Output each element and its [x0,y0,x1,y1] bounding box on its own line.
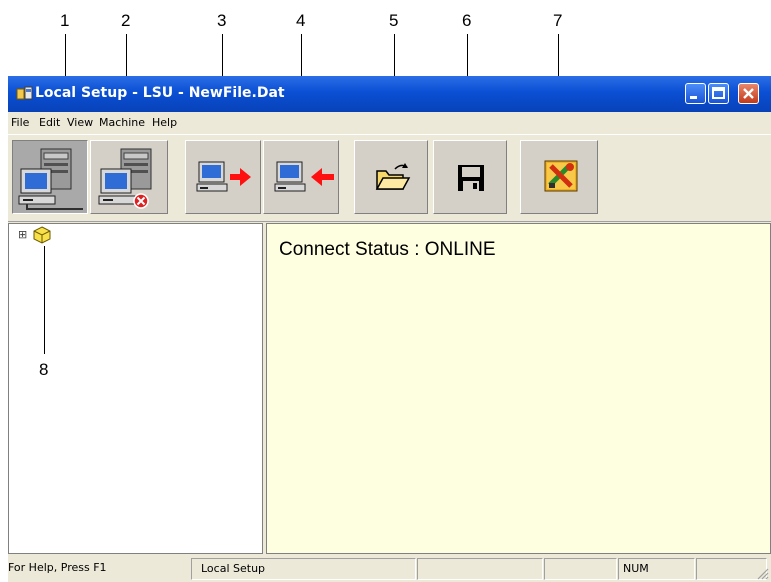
open-button[interactable] [354,140,428,214]
menu-machine[interactable]: Machine [99,116,145,129]
menu-edit[interactable]: Edit [39,116,60,129]
close-button[interactable] [738,83,759,104]
minimize-icon [690,96,697,99]
status-help-text: For Help, Press F1 [8,561,107,574]
maximize-icon [712,87,725,99]
app-window: Local Setup - LSU - NewFile.Dat File Edi… [8,76,771,582]
yellow-cube-icon[interactable] [33,226,51,244]
status-pane-app: Local Setup [191,558,416,580]
disconnect-button[interactable] [90,140,168,214]
resize-grip-icon[interactable] [755,566,769,580]
menu-file[interactable]: File [11,116,29,129]
receive-from-machine-icon [274,161,334,192]
menu-view[interactable]: View [67,116,93,129]
settings-button[interactable] [520,140,598,214]
open-folder-icon [375,163,411,190]
minimize-button[interactable] [685,83,706,104]
send-button[interactable] [185,140,261,214]
status-num-indicator: NUM [623,562,649,575]
send-to-machine-icon [196,161,251,192]
tree-expand-toggle[interactable]: ⊞ [18,229,27,241]
callout-line-8 [44,246,45,354]
callout-label-3: 3 [217,11,227,30]
connect-status-text: Connect Status : ONLINE [279,239,496,260]
status-pane-num: NUM [618,558,695,580]
menu-help[interactable]: Help [152,116,177,129]
close-icon [743,88,754,99]
callout-label-2: 2 [121,11,131,30]
tree-view[interactable]: ⊞ [8,223,263,554]
menu-bar: File Edit View Machine Help [8,112,771,134]
callout-label-4: 4 [296,11,306,30]
title-bar[interactable]: Local Setup - LSU - NewFile.Dat [8,76,771,112]
status-app-text: Local Setup [201,562,266,575]
status-bar: For Help, Press F1 Local Setup NUM [8,556,771,582]
toolbar [8,134,771,222]
window-title: Local Setup - LSU - NewFile.Dat [35,85,285,101]
callout-label-1: 1 [60,11,70,30]
save-disk-icon [458,165,484,191]
receive-button[interactable] [263,140,339,214]
callout-label-7: 7 [553,11,563,30]
maximize-button[interactable] [708,83,729,104]
content-pane: Connect Status : ONLINE [266,223,771,554]
connect-button[interactable] [12,140,88,214]
disconnect-machine-icon [98,148,152,209]
status-pane-empty-2 [544,558,617,580]
callout-label-8: 8 [39,360,49,379]
save-button[interactable] [433,140,507,214]
status-pane-empty-1 [417,558,543,580]
connect-machine-icon [18,148,83,210]
settings-tools-icon [544,160,578,192]
callout-label-5: 5 [389,11,399,30]
callout-label-6: 6 [462,11,472,30]
app-icon [16,86,33,100]
